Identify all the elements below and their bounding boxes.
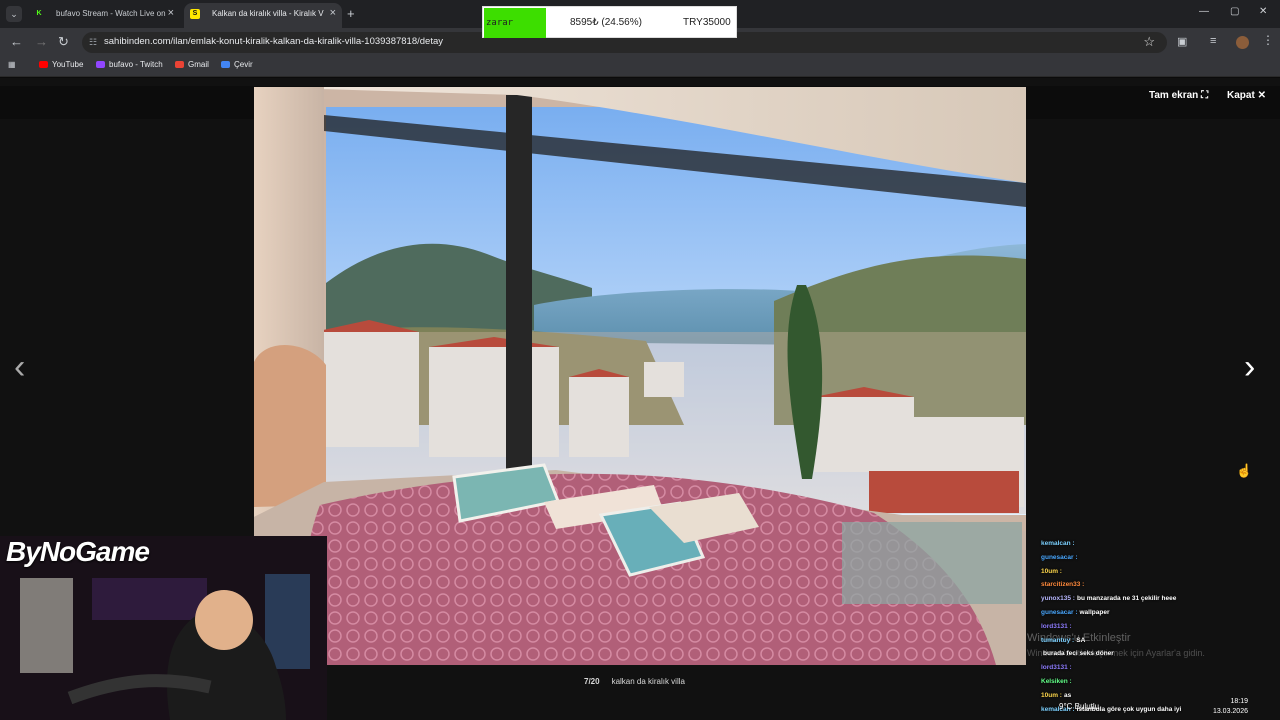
browser-menu-icon[interactable]: ⋮ (1262, 33, 1274, 47)
photo-caption: 7/20 kalkan da kiralık villa (584, 677, 685, 686)
time-text: 18:19 (1230, 698, 1248, 705)
stream-ticker: zarar 8595₺ (24.56%) TRY35000 (482, 6, 737, 38)
gmail-icon (175, 61, 184, 68)
close-tab-icon[interactable]: × (330, 3, 336, 24)
photo-title: kalkan da kiralık villa (611, 677, 685, 686)
restore-window-icon[interactable]: ▢ (1230, 6, 1239, 17)
chat-message: lord3131 : (1041, 664, 1074, 671)
screen-root: ⌄ K bufavo Stream - Watch Live on × S Ka… (0, 0, 1280, 720)
tab-search-button[interactable]: ⌄ (6, 6, 22, 22)
close-gallery-label: Kapat (1227, 90, 1255, 101)
new-tab-button[interactable]: + (347, 6, 355, 21)
chat-text: as (1063, 691, 1072, 699)
chat-text: wallpaper (1079, 609, 1110, 616)
translate-icon (221, 61, 230, 68)
close-gallery-button[interactable]: Kapat ✕ (1227, 90, 1266, 101)
youtube-icon (39, 61, 48, 68)
bookmark-star-icon[interactable]: ☆ (1143, 34, 1155, 50)
chat-message: yunox135 : bu manzarada ne 31 çekilir hee… (1041, 595, 1176, 602)
chat-text: bu manzarada ne 31 çekilir heee (1076, 595, 1177, 603)
armchair (254, 345, 326, 507)
chat-text: burada feci seks döner (1043, 650, 1114, 658)
kick-favicon-icon: K (34, 9, 44, 19)
chat-message: Kelsiken : (1041, 678, 1074, 685)
chat-message: 10um : (1041, 568, 1064, 575)
date-text: 13.03.2026 (1212, 708, 1248, 715)
chat-username: gunesacar : (1041, 553, 1078, 561)
window-center-mullion (506, 95, 532, 471)
sahibinden-favicon-icon: S (190, 9, 200, 19)
streamer-head (195, 590, 253, 650)
apps-grid-icon[interactable]: ▦ (8, 60, 16, 69)
bookmark-translate[interactable]: Çevir (221, 60, 253, 69)
chat-username: yunox135 : (1041, 595, 1075, 603)
hand-cursor-icon: ☝ (1236, 463, 1253, 478)
ticker-change: 8595₺ (24.56%) (570, 17, 642, 28)
chat-message: tumantuy : SA (1041, 637, 1085, 644)
fullscreen-button[interactable]: Tam ekran ⛶ (1149, 90, 1208, 101)
bookmark-label: Gmail (188, 60, 209, 69)
chat-username: lord3131 : (1041, 664, 1072, 672)
chat-message: lord3131 : (1041, 623, 1074, 630)
bookmark-label: bufavo - Twitch (109, 60, 163, 69)
close-window-icon[interactable]: ✕ (1259, 6, 1267, 17)
bookmarks-bar: ▦ YouTube bufavo - Twitch Gmail Çevir (0, 57, 1280, 77)
floor-rug (842, 522, 1022, 604)
fullscreen-label: Tam ekran (1149, 90, 1199, 101)
next-photo-arrow-icon[interactable]: › (1244, 348, 1255, 387)
reload-icon[interactable]: ↻ (58, 34, 69, 50)
chat-message: starcitizen33 : (1041, 581, 1086, 588)
forward-arrow-icon[interactable]: → (35, 34, 48, 49)
back-arrow-icon[interactable]: ← (10, 34, 23, 49)
tab-title: bufavo Stream - Watch Live on (56, 9, 166, 18)
previous-photo-arrow-icon[interactable]: ‹ (14, 348, 25, 387)
bookmark-gmail[interactable]: Gmail (175, 60, 209, 69)
stream-chat-overlay: kemalcan : gunesacar : 10um : starcitizen33… (1041, 540, 1278, 720)
chat-message: 10um : as (1041, 692, 1071, 699)
site-info-icon[interactable]: ☷ (89, 37, 100, 48)
ticker-status: zarar (484, 8, 546, 38)
bookmark-bufavo-twitch[interactable]: bufavo - Twitch (96, 60, 163, 69)
photo-counter: 7/20 (584, 677, 600, 686)
bookmark-label: YouTube (52, 60, 84, 69)
extensions-icon[interactable]: ▣ (1177, 35, 1187, 48)
chat-username: kemalcan : (1041, 540, 1075, 547)
tab-sahibinden-listing[interactable]: S Kalkan da kiralık villa - Kiralık V × (184, 3, 342, 28)
tab-title: Kalkan da kiralık villa - Kiralık V (212, 9, 324, 18)
ticker-price: TRY35000 (683, 17, 731, 28)
taskbar-weather[interactable]: 9°C Bulutlu (1059, 702, 1099, 711)
chat-text: SA (1076, 636, 1086, 644)
bynogame-brand-logo: ByNoGame (6, 536, 150, 567)
chat-username: 10um : (1041, 691, 1062, 699)
bookmark-youtube[interactable]: YouTube (39, 60, 83, 69)
close-tab-icon[interactable]: × (168, 3, 174, 24)
studio-light (20, 578, 73, 673)
close-icon: ✕ (1257, 90, 1266, 101)
profile-avatar[interactable] (1236, 36, 1249, 49)
twitch-icon (96, 61, 105, 68)
fullscreen-icon: ⛶ (1201, 90, 1209, 101)
purple-wall (92, 578, 207, 620)
reading-list-icon[interactable]: ≡ (1210, 35, 1216, 47)
chat-username: Kelsiken : (1041, 678, 1072, 685)
url-text[interactable]: sahibinden.com/ilan/emlak-konut-kiralik-… (104, 36, 443, 47)
minimize-icon[interactable]: — (1199, 6, 1209, 17)
chat-username: lord3131 : (1041, 622, 1072, 630)
chat-username: 10um : (1041, 567, 1062, 575)
chat-message: gunesacar : wallpaper (1041, 609, 1109, 616)
chat-username: tumantuy : (1041, 636, 1075, 644)
bookmark-label: Çevir (234, 60, 253, 69)
listing-photo[interactable] (254, 87, 1026, 665)
chat-username: gunesacar : (1041, 609, 1078, 616)
taskbar-clock[interactable]: 18:19 13.03.2026 (1212, 697, 1248, 717)
tab-bufavo-stream[interactable]: K bufavo Stream - Watch Live on × (28, 3, 180, 28)
chat-message: kemalcan : (1041, 540, 1077, 547)
background-window (265, 574, 310, 669)
chat-username: starcitizen33 : (1041, 581, 1085, 589)
chat-message: gunesacar : (1041, 554, 1080, 561)
chat-message: burada feci seks döner (1041, 650, 1114, 657)
